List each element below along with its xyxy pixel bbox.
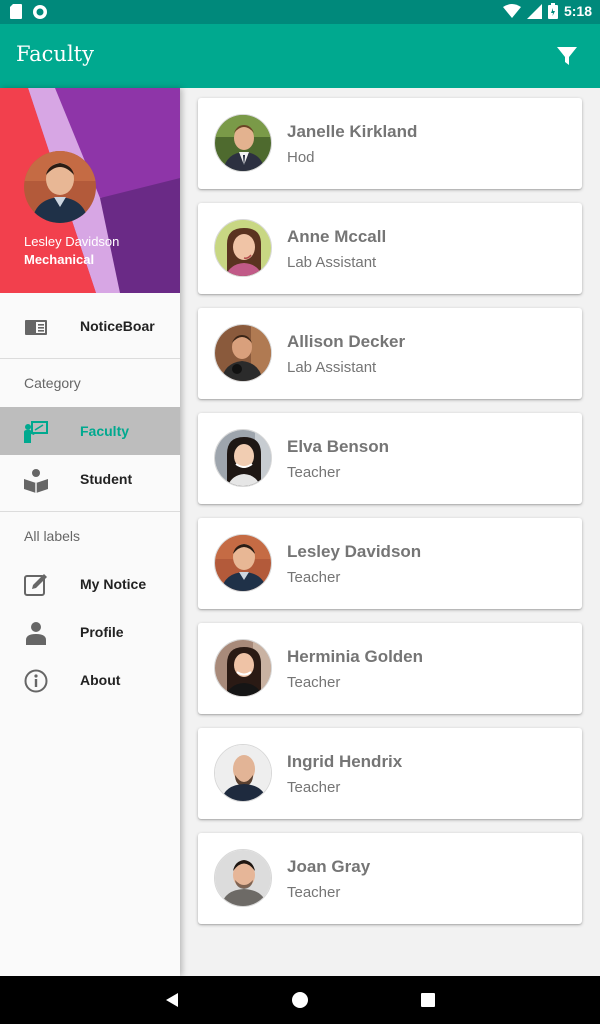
all-labels-subheader: All labels (24, 528, 81, 544)
home-icon[interactable] (288, 988, 312, 1012)
faculty-avatar (214, 639, 272, 697)
status-time: 5:18 (563, 3, 592, 19)
drawer-user-name: Lesley Davidson (24, 234, 120, 249)
menu-item-about[interactable]: About (0, 656, 180, 704)
battery-icon (547, 3, 558, 19)
faculty-card[interactable]: Herminia Golden Teacher (198, 623, 582, 714)
faculty-card[interactable]: Lesley Davidson Teacher (198, 518, 582, 609)
faculty-name: Lesley Davidson (287, 542, 422, 561)
faculty-role: Lab Assistant (287, 359, 377, 376)
faculty-list: Janelle Kirkland Hod Anne Mccall Lab Ass… (198, 98, 582, 938)
menu-item-label: Student (80, 471, 133, 487)
faculty-icon (24, 421, 48, 443)
navigation-drawer: Lesley Davidson Mechanical NoticeBoar Ca… (0, 88, 180, 976)
menu-item-student[interactable]: Student (0, 455, 180, 503)
faculty-name: Janelle Kirkland (287, 122, 418, 141)
drawer-header: Lesley Davidson Mechanical (0, 88, 180, 293)
wifi-icon (502, 4, 521, 18)
faculty-role: Teacher (287, 569, 341, 586)
faculty-card[interactable]: Allison Decker Lab Assistant (198, 308, 582, 399)
menu-item-noticeboard[interactable]: NoticeBoar (0, 302, 180, 350)
faculty-card[interactable]: Anne Mccall Lab Assistant (198, 203, 582, 294)
drawer-avatar[interactable] (24, 151, 96, 223)
person-icon (26, 622, 46, 645)
faculty-avatar (214, 324, 272, 382)
filter-icon[interactable] (556, 45, 578, 67)
faculty-card[interactable]: Janelle Kirkland Hod (198, 98, 582, 189)
faculty-role: Teacher (287, 464, 341, 481)
menu-item-my-notice[interactable]: My Notice (0, 560, 180, 608)
faculty-name: Allison Decker (287, 332, 406, 351)
faculty-avatar (214, 849, 272, 907)
signal-icon (526, 3, 542, 19)
faculty-avatar (214, 429, 272, 487)
faculty-role: Teacher (287, 779, 341, 796)
faculty-card[interactable]: Joan Gray Teacher (198, 833, 582, 924)
sd-card-icon (10, 4, 22, 19)
drawer-user-department: Mechanical (24, 252, 95, 267)
menu-item-faculty[interactable]: Faculty (0, 407, 180, 455)
faculty-role: Hod (287, 149, 315, 166)
menu-item-label: Profile (80, 624, 124, 640)
page-title: Faculty (16, 42, 94, 66)
faculty-avatar (214, 744, 272, 802)
menu-item-profile[interactable]: Profile (0, 608, 180, 656)
faculty-role: Teacher (287, 674, 341, 691)
status-bar: 5:18 (0, 0, 600, 24)
faculty-avatar (214, 534, 272, 592)
back-icon[interactable] (160, 988, 184, 1012)
faculty-card[interactable]: Ingrid Hendrix Teacher (198, 728, 582, 819)
category-subheader: Category (24, 375, 81, 391)
faculty-role: Lab Assistant (287, 254, 377, 271)
faculty-avatar (214, 114, 272, 172)
notice-board-icon (25, 320, 47, 335)
menu-item-label: My Notice (80, 576, 147, 592)
faculty-card[interactable]: Elva Benson Teacher (198, 413, 582, 504)
recents-icon[interactable] (416, 988, 440, 1012)
faculty-name: Joan Gray (287, 857, 371, 876)
system-navigation-bar (0, 976, 600, 1024)
app-bar: Faculty (0, 24, 600, 88)
faculty-role: Teacher (287, 884, 341, 901)
student-icon (24, 469, 48, 493)
menu-item-label: About (80, 672, 121, 688)
menu-item-label: NoticeBoar (80, 318, 155, 334)
faculty-name: Herminia Golden (287, 647, 424, 666)
faculty-name: Elva Benson (287, 437, 390, 456)
menu-item-label: Faculty (80, 423, 130, 439)
faculty-avatar (214, 219, 272, 277)
edit-icon (24, 574, 47, 596)
faculty-name: Ingrid Hendrix (287, 752, 403, 771)
sync-icon (33, 5, 47, 19)
info-icon (24, 669, 48, 693)
faculty-name: Anne Mccall (287, 227, 387, 246)
